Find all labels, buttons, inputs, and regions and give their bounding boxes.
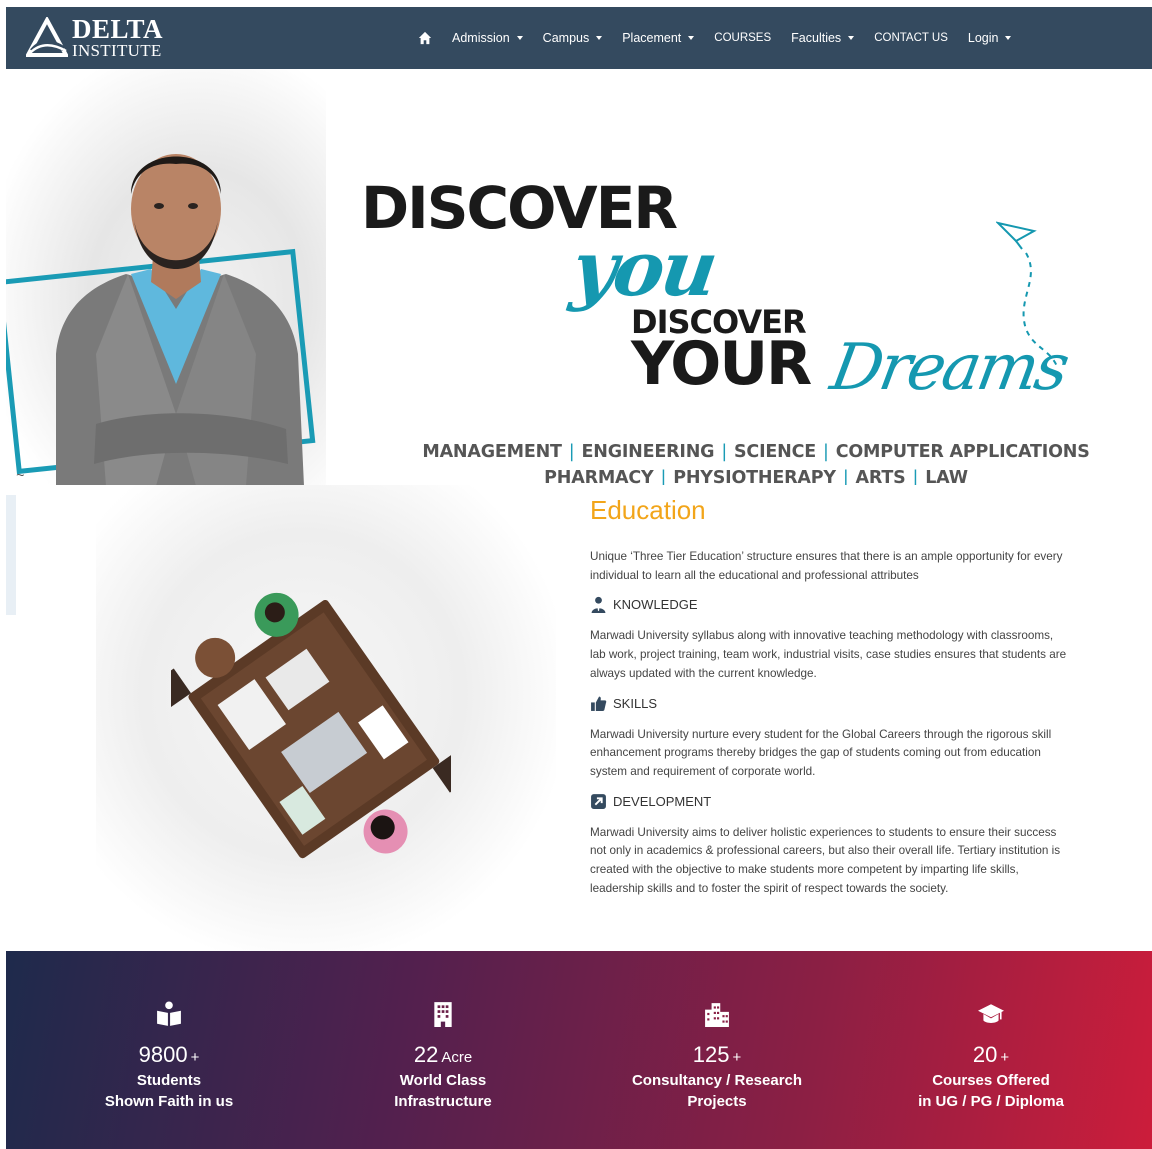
- side-decoration: [6, 495, 16, 615]
- city-icon: [705, 1003, 729, 1027]
- hero-headline-you: you: [566, 224, 721, 313]
- home-icon: [418, 31, 432, 45]
- nav-login[interactable]: Login: [968, 31, 1012, 45]
- main-nav: Admission Campus Placement COURSES Facul…: [418, 7, 1031, 69]
- feature-development-text: Marwadi University aims to deliver holis…: [590, 825, 1061, 895]
- building-icon: [434, 1002, 452, 1027]
- feature-skills-text: Marwadi University nurture every student…: [590, 727, 1052, 778]
- stat-infrastructure-sublabel: Infrastructure: [394, 1093, 492, 1110]
- course-separator: |: [568, 442, 575, 462]
- nav-campus[interactable]: Campus: [543, 31, 603, 45]
- course-engineering: ENGINEERING: [581, 442, 715, 462]
- stat-infrastructure-unit: Acre: [441, 1049, 473, 1066]
- brand-subtitle: INSTITUTE: [72, 41, 162, 60]
- stat-students-number: 9800: [138, 1042, 188, 1067]
- nav-faculties-label: Faculties: [791, 31, 842, 45]
- course-separator: |: [660, 468, 667, 485]
- feature-knowledge-label: KNOWLEDGE: [613, 597, 698, 613]
- course-list-row-1: MANAGEMENT | ENGINEERING | SCIENCE | COMPUTER …: [386, 439, 1126, 465]
- graduation-cap-icon: [978, 1004, 1004, 1023]
- course-separator: |: [912, 468, 919, 485]
- feature-development-label: DEVELOPMENT: [613, 793, 712, 809]
- nav-admission-label: Admission: [452, 31, 510, 45]
- stat-infrastructure-number: 22: [413, 1042, 439, 1067]
- education-intro: Unique ‘Three Tier Education’ structure …: [590, 550, 1063, 582]
- feature-knowledge: KNOWLEDGE: [590, 596, 1070, 614]
- stat-courses: 20 + Courses Offered in UG / PG / Diploma: [881, 1001, 1101, 1111]
- hero-headline-your: YOUR: [631, 329, 812, 399]
- person-icon: [591, 597, 606, 614]
- stat-courses-number: 20: [972, 1042, 998, 1067]
- nav-login-label: Login: [967, 31, 999, 45]
- stat-courses-sublabel: in UG / PG / Diploma: [918, 1093, 1064, 1110]
- chevron-down-icon: [688, 36, 695, 40]
- course-management: MANAGEMENT: [422, 442, 562, 462]
- feature-skills: SKILLS: [590, 695, 1070, 712]
- stat-projects: 125 + Consultancy / Research Projects: [607, 1001, 827, 1111]
- education-content: Education Unique ‘Three Tier Education’ …: [590, 495, 1070, 898]
- nav-contact-us[interactable]: CONTACT US: [874, 32, 948, 44]
- book-reader-icon: [157, 1001, 181, 1026]
- course-list-row-2: PHARMACY | PHYSIOTHERAPY | ARTS | LAW: [386, 465, 1126, 485]
- nav-courses-label: COURSES: [714, 32, 772, 44]
- chevron-down-icon: [1005, 36, 1012, 40]
- paper-plane-icon: [996, 221, 1059, 370]
- external-link-icon: [591, 793, 606, 809]
- brand-logo[interactable]: DELTA INSTITUTE: [26, 16, 163, 59]
- nav-admission[interactable]: Admission: [452, 31, 523, 45]
- course-pharmacy: PHARMACY: [544, 468, 654, 485]
- nav-faculties[interactable]: Faculties: [791, 31, 855, 45]
- feature-development: DEVELOPMENT: [590, 793, 1070, 810]
- stat-infrastructure-label: World Class: [399, 1072, 487, 1089]
- course-separator: |: [721, 442, 728, 462]
- stat-projects-label: Consultancy / Research: [631, 1072, 803, 1089]
- thumbs-up-icon: [591, 696, 607, 711]
- stat-projects-sublabel: Projects: [687, 1093, 747, 1110]
- hero-banner: ~ DISCOVER you DISCOVER YOUR Dreams MANA…: [6, 69, 1152, 485]
- nav-contact-label: CONTACT US: [874, 32, 948, 44]
- nav-home[interactable]: [418, 31, 432, 45]
- stat-students-unit: +: [190, 1049, 200, 1066]
- course-computer-applications: COMPUTER APPLICATIONS: [835, 442, 1090, 462]
- top-navbar: DELTA INSTITUTE Admission Campus Placeme…: [6, 7, 1152, 69]
- hero-person-image: [56, 154, 304, 485]
- feature-knowledge-text: Marwadi University syllabus along with i…: [590, 629, 1067, 680]
- course-science: SCIENCE: [734, 442, 816, 462]
- course-arts: ARTS: [855, 468, 906, 485]
- stat-projects-number: 125: [692, 1042, 730, 1067]
- brand-name: DELTA: [72, 14, 164, 44]
- course-separator: |: [823, 442, 829, 462]
- nav-placement-label: Placement: [622, 31, 682, 45]
- stat-courses-label: Courses Offered: [932, 1072, 1050, 1089]
- chevron-down-icon: [596, 36, 603, 40]
- nav-campus-label: Campus: [542, 31, 590, 45]
- course-law: LAW: [925, 468, 968, 485]
- delta-logo-icon: [26, 16, 68, 57]
- stat-infrastructure: 22 Acre World Class Infrastructure: [333, 1001, 553, 1111]
- stats-section: 9800 + Students Shown Faith in us 22 Acre …: [6, 951, 1152, 1149]
- chevron-down-icon: [516, 36, 523, 40]
- signature-mark: ~: [16, 467, 25, 483]
- stat-courses-unit: +: [1000, 1049, 1010, 1066]
- course-separator: |: [842, 468, 849, 485]
- stat-students-sublabel: Shown Faith in us: [104, 1093, 234, 1110]
- stat-students-label: Students: [136, 1072, 202, 1089]
- course-physiotherapy: PHYSIOTHERAPY: [673, 468, 836, 485]
- feature-skills-label: SKILLS: [613, 695, 658, 711]
- stat-projects-unit: +: [732, 1049, 742, 1066]
- chevron-down-icon: [848, 36, 855, 40]
- students-table-image: [171, 592, 451, 859]
- nav-courses[interactable]: COURSES: [714, 32, 771, 44]
- nav-placement[interactable]: Placement: [622, 31, 695, 45]
- stat-students: 9800 + Students Shown Faith in us: [59, 1001, 279, 1111]
- education-title: Education: [590, 495, 706, 525]
- education-section: Education Unique ‘Three Tier Education’ …: [6, 485, 1152, 951]
- course-list: MANAGEMENT | ENGINEERING | SCIENCE | COMPUTER …: [386, 439, 1126, 485]
